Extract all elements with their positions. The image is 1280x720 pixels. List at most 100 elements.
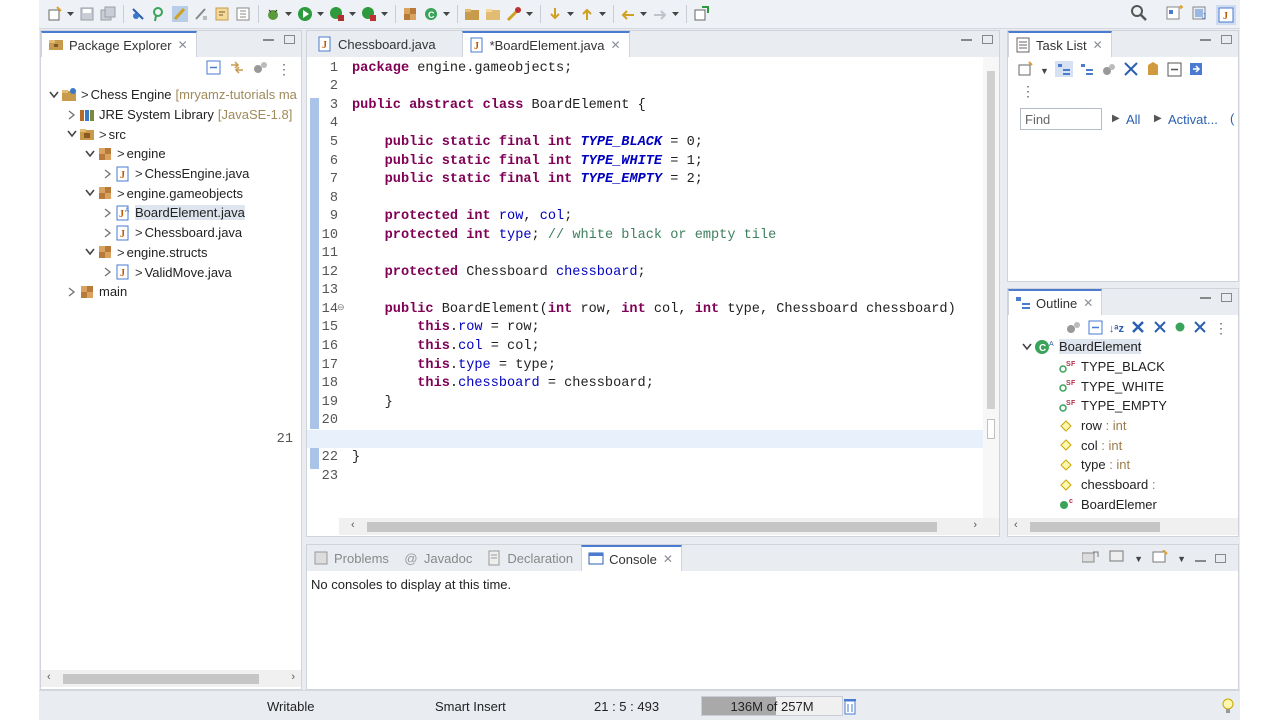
new-java-class-icon[interactable]: C xyxy=(421,5,440,24)
dropdown-arrow-icon[interactable] xyxy=(639,5,647,24)
filters-icon[interactable] xyxy=(253,60,269,78)
focus-icon[interactable] xyxy=(1145,61,1161,80)
synchronize-icon[interactable] xyxy=(1188,61,1204,80)
minimize-button[interactable] xyxy=(263,35,274,41)
heap-status[interactable]: 136M of 257M xyxy=(701,696,843,716)
code-line[interactable]: 13 xyxy=(322,282,983,301)
close-icon[interactable]: ✕ xyxy=(663,552,673,566)
code-line[interactable]: 9 protected int row, col; xyxy=(330,207,983,226)
tab-javadoc[interactable]: @ Javadoc xyxy=(397,545,480,571)
java-ee-perspective-icon[interactable]: J xyxy=(1192,5,1210,24)
code-line[interactable]: 15 this. row = row; xyxy=(322,319,983,338)
tree-item[interactable]: > Chess Engine [mryamz-tutorials ma xyxy=(41,85,301,105)
chevron-right-icon[interactable] xyxy=(101,228,115,238)
hide-fields-icon[interactable] xyxy=(1130,319,1146,338)
show-whitespace-icon[interactable] xyxy=(233,5,252,24)
code-line[interactable]: 19 } xyxy=(322,393,983,412)
chevron-right-icon[interactable] xyxy=(101,267,115,277)
scheduled-icon[interactable] xyxy=(1079,61,1095,80)
word-wrap-icon[interactable] xyxy=(212,5,231,24)
all-link[interactable]: All xyxy=(1126,112,1140,127)
hide-static-icon[interactable] xyxy=(1152,319,1168,338)
code-line[interactable]: 18 this. chessboard = chessboard; xyxy=(322,374,983,393)
skip-breakpoints-icon[interactable] xyxy=(128,5,147,24)
back-icon[interactable] xyxy=(618,5,637,24)
maximize-button[interactable] xyxy=(1221,293,1232,302)
tree-item[interactable]: JRE System Library [JavaSE-1.8] xyxy=(41,105,301,125)
view-menu-icon[interactable]: ⋮ xyxy=(1214,320,1228,337)
view-menu-icon[interactable]: ⋮ xyxy=(1021,83,1035,100)
link-with-editor-icon[interactable] xyxy=(229,60,245,78)
open-perspective-icon[interactable] xyxy=(1166,5,1184,24)
hide-completed-icon[interactable] xyxy=(1123,61,1139,80)
code-line[interactable]: 2 xyxy=(330,78,983,97)
next-annotation-icon[interactable] xyxy=(545,5,564,24)
tree-item[interactable]: > engine.gameobjects xyxy=(41,183,301,203)
outline-item[interactable]: S F TYPE_BLACK xyxy=(1008,357,1238,377)
chevron-down-icon[interactable] xyxy=(47,91,61,99)
outline-item[interactable]: C A BoardElement xyxy=(1008,337,1238,357)
tab-console[interactable]: Console ✕ xyxy=(581,545,682,571)
chevron-down-icon[interactable] xyxy=(83,248,97,256)
dropdown-arrow-icon[interactable] xyxy=(598,5,606,24)
tab-package-explorer[interactable]: Package Explorer ✕ xyxy=(41,31,197,57)
close-icon[interactable]: ✕ xyxy=(1083,296,1093,310)
tree-item[interactable]: > engine.structs xyxy=(41,243,301,263)
new-task-icon[interactable] xyxy=(1018,61,1034,80)
previous-annotation-icon[interactable] xyxy=(577,5,596,24)
code-line[interactable]: 17 this. type = type; xyxy=(322,356,983,375)
pin-editor-icon[interactable] xyxy=(691,5,710,24)
code-line[interactable]: 20 xyxy=(322,411,983,430)
display-console-icon[interactable] xyxy=(1109,550,1125,567)
find-input[interactable]: Find xyxy=(1020,108,1102,130)
view-menu-icon[interactable]: ⋮ xyxy=(277,62,291,76)
java-perspective-icon[interactable]: J xyxy=(1216,4,1236,25)
search-icon[interactable] xyxy=(1130,4,1148,25)
outline-item[interactable]: S F TYPE_EMPTY xyxy=(1008,396,1238,416)
chevron-right-icon[interactable] xyxy=(65,109,79,120)
open-task-icon[interactable] xyxy=(483,5,502,24)
tree-item[interactable]: J A BoardElement.java xyxy=(41,203,301,223)
dropdown-arrow-icon[interactable] xyxy=(671,5,679,24)
tab-outline[interactable]: Outline ✕ xyxy=(1008,289,1103,315)
collapse-all-icon[interactable] xyxy=(1088,320,1103,338)
dropdown-arrow-icon[interactable] xyxy=(442,5,450,24)
chevron-down-icon[interactable] xyxy=(83,189,97,197)
new-icon[interactable] xyxy=(45,5,64,24)
more-link[interactable]: ( xyxy=(1230,111,1234,126)
code-line[interactable]: 22} xyxy=(322,448,983,467)
chevron-right-icon[interactable] xyxy=(101,169,115,179)
editor-vscroll[interactable] xyxy=(983,57,999,519)
open-type-icon[interactable] xyxy=(462,5,481,24)
garbage-collect-icon[interactable] xyxy=(843,697,857,718)
tree-item[interactable]: J > ChessEngine.java xyxy=(41,164,301,184)
dropdown-arrow-icon[interactable] xyxy=(566,5,574,24)
new-java-package-icon[interactable] xyxy=(400,5,419,24)
code-line[interactable]: 23 xyxy=(322,467,983,486)
cursor-position[interactable]: 21 : 5 : 493 xyxy=(594,699,659,714)
forward-icon[interactable] xyxy=(650,5,669,24)
save-icon[interactable] xyxy=(77,5,96,24)
maximize-button[interactable] xyxy=(1215,554,1226,563)
outline-item[interactable]: c BoardElemer xyxy=(1008,495,1238,515)
dropdown-arrow-icon[interactable] xyxy=(525,5,533,24)
toggle-mark-occurrences-icon[interactable] xyxy=(149,5,168,24)
code-line[interactable]: 16 this. col = col; xyxy=(322,337,983,356)
code-line[interactable]: 5 public static final int TYPE_BLACK = 0… xyxy=(330,133,983,152)
editor-hscroll[interactable]: ‹ › xyxy=(339,518,999,535)
filters-icon[interactable] xyxy=(1066,320,1082,338)
sort-icon[interactable]: ↓ᵃz xyxy=(1109,323,1124,335)
tab-task-list[interactable]: Task List ✕ xyxy=(1008,31,1112,57)
code-line[interactable]: 1 package engine.gameobjects; xyxy=(330,59,983,78)
close-icon[interactable]: ✕ xyxy=(610,38,620,52)
close-icon[interactable]: ✕ xyxy=(1093,38,1103,52)
coverage-icon[interactable] xyxy=(327,5,346,24)
code-area[interactable]: 1 package engine.gameobjects; 2 3 public abs… xyxy=(277,59,986,486)
tab-declaration[interactable]: Declaration xyxy=(480,545,581,571)
lightbulb-icon[interactable] xyxy=(1222,697,1234,718)
chevron-down-icon[interactable] xyxy=(65,130,79,138)
maximize-button[interactable] xyxy=(982,35,993,44)
highlight-icon[interactable] xyxy=(170,5,189,24)
minimize-button[interactable] xyxy=(1195,556,1206,562)
tree-item[interactable]: J > Chessboard.java xyxy=(41,223,301,243)
